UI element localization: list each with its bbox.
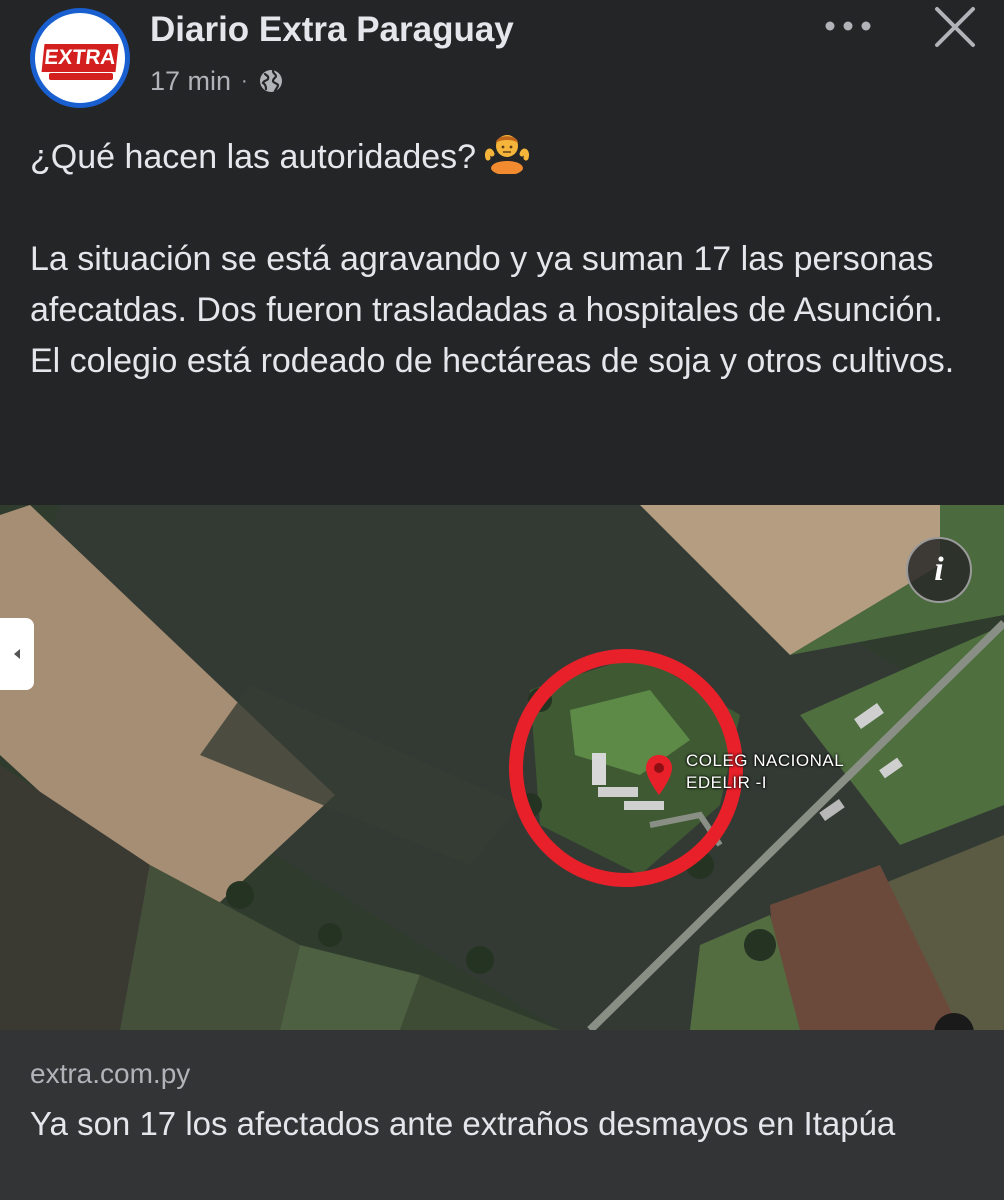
page-avatar[interactable]: EXTRA (30, 8, 130, 108)
post-line-question: ¿Qué hacen las autoridades? (30, 130, 980, 183)
person-shrugging-emoji-icon (484, 130, 530, 175)
close-icon (935, 7, 975, 47)
question-text: ¿Qué hacen las autoridades? (30, 138, 477, 176)
more-dots-icon (825, 21, 871, 31)
map-pin-icon (646, 755, 672, 795)
post-timestamp[interactable]: 17 min (150, 66, 231, 97)
satellite-imagery (0, 505, 1004, 1030)
post-meta: 17 min · (150, 62, 284, 100)
globe-icon (258, 68, 284, 94)
close-button[interactable] (928, 2, 982, 52)
link-title[interactable]: Ya son 17 los afectados ante extraños de… (30, 1102, 980, 1146)
meta-separator: · (241, 69, 248, 92)
post-paragraph-1: La situación se está agravando y ya suma… (30, 240, 943, 329)
page-name[interactable]: Diario Extra Paraguay (150, 10, 514, 50)
post-header: EXTRA Diario Extra Paraguay 17 min · (0, 0, 1004, 110)
logo-tagline (49, 73, 113, 80)
post-text: ¿Qué hacen las autoridades? La situación… (30, 130, 980, 387)
facebook-post: EXTRA Diario Extra Paraguay 17 min · ¿Qu… (0, 0, 1004, 1200)
link-domain: extra.com.py (30, 1058, 191, 1089)
post-paragraph-2: El colegio está rodeado de hectáreas de … (30, 342, 955, 380)
logo-text: EXTRA (41, 44, 119, 72)
extra-logo: EXTRA (35, 13, 125, 103)
info-icon[interactable]: i (906, 537, 972, 603)
chevron-left-icon (14, 649, 20, 659)
link-preview[interactable]: extra.com.py Ya son 17 los afectados ant… (0, 1030, 1004, 1200)
map-place-label: COLEG NACIONAL EDELIR -I (686, 751, 845, 792)
satellite-map-image[interactable]: COLEG NACIONAL EDELIR -I i (0, 505, 1004, 1030)
more-options-button[interactable] (818, 6, 878, 46)
collapse-panel-tab[interactable] (0, 618, 34, 690)
